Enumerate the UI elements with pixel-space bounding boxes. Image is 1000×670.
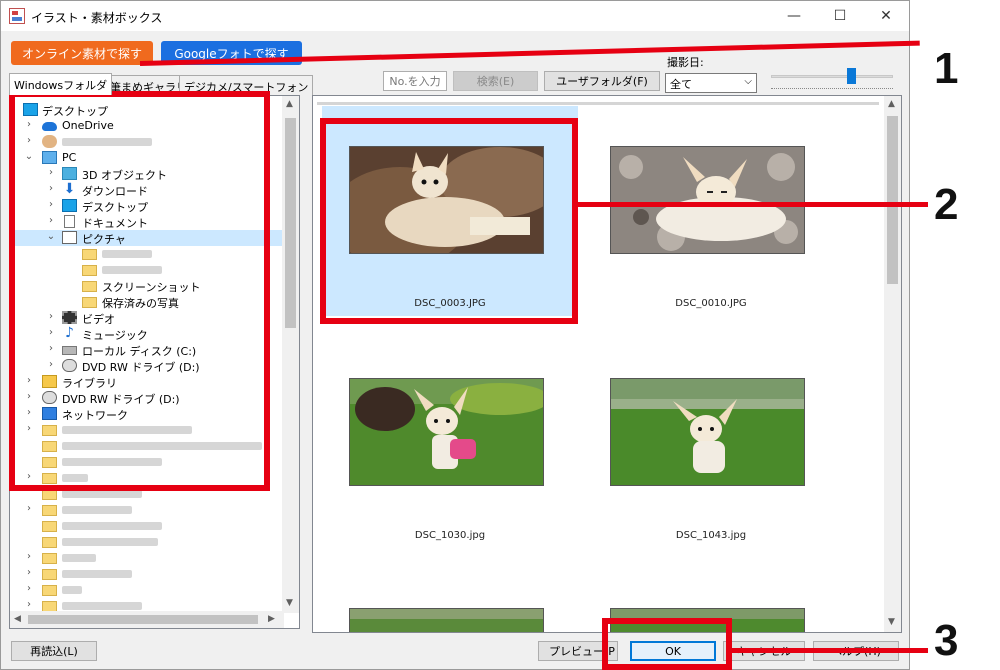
tree-item-blurred[interactable]: › xyxy=(10,550,285,566)
tree-item-blurred[interactable] xyxy=(10,518,285,534)
dog-photo-image xyxy=(350,379,543,485)
thumbnail-item-dsc-1043[interactable]: DSC_1043.jpg xyxy=(583,338,839,548)
folder-icon xyxy=(42,521,57,532)
scrollbar-thumb[interactable] xyxy=(28,615,258,624)
annotation-box-1 xyxy=(9,91,270,491)
photo-thumbnail xyxy=(349,378,544,486)
tab-windows-folder[interactable]: Windowsフォルダ xyxy=(9,73,113,95)
thumbnail-item-dsc-1030[interactable]: DSC_1030.jpg xyxy=(322,338,578,548)
annotation-number-3: 3 xyxy=(934,616,959,665)
photo-image xyxy=(350,609,543,632)
chevron-down-icon: ⌵ xyxy=(744,76,752,87)
title-bar: イラスト・素材ボックス — ☐ ✕ xyxy=(1,1,909,31)
thumbnail-item-dsc-0010[interactable]: DSC_0010.JPG xyxy=(583,106,839,316)
scroll-up-icon[interactable]: ▲ xyxy=(888,99,895,109)
scroll-down-icon[interactable]: ▼ xyxy=(888,617,895,627)
folder-icon xyxy=(42,553,57,564)
scroll-up-icon[interactable]: ▲ xyxy=(286,99,293,109)
scrollbar-thumb[interactable] xyxy=(285,118,296,328)
scroll-right-icon[interactable]: ▶ xyxy=(268,614,275,624)
tree-item-blurred[interactable]: › xyxy=(10,566,285,582)
annotation-box-3 xyxy=(602,618,732,670)
blurred-folder-name xyxy=(62,538,158,546)
chevron-right-icon[interactable]: › xyxy=(24,583,34,594)
minimize-button[interactable]: — xyxy=(771,1,817,31)
gallery-vertical-scrollbar[interactable]: ▲ ▼ xyxy=(884,96,901,632)
scrollbar-thumb[interactable] xyxy=(887,116,898,284)
app-icon xyxy=(9,8,25,24)
blurred-folder-name xyxy=(62,586,82,594)
close-button[interactable]: ✕ xyxy=(863,1,909,31)
annotation-line-3 xyxy=(732,648,928,653)
annotation-number-1: 1 xyxy=(934,44,959,93)
online-materials-button[interactable]: オンライン素材で探す xyxy=(11,41,153,65)
tree-item-blurred[interactable] xyxy=(10,534,285,550)
annotation-box-2 xyxy=(320,118,578,324)
folder-icon xyxy=(42,537,57,548)
scroll-left-icon[interactable]: ◀ xyxy=(14,614,21,624)
folder-icon xyxy=(42,569,57,580)
shooting-date-select[interactable]: 全て ⌵ xyxy=(665,73,757,93)
thumbnail-caption: DSC_1030.jpg xyxy=(414,530,486,541)
blurred-folder-name xyxy=(62,522,162,530)
search-button[interactable]: 検索(E) xyxy=(453,71,538,91)
folder-icon xyxy=(42,505,57,516)
number-input[interactable]: No.を入力 xyxy=(383,71,447,91)
maximize-button[interactable]: ☐ xyxy=(817,1,863,31)
slider-track xyxy=(771,75,893,78)
folder-icon xyxy=(42,585,57,596)
shooting-date-label: 撮影日: xyxy=(667,56,704,69)
tree-vertical-scrollbar[interactable]: ▲ ▼ xyxy=(282,96,299,613)
thumbnail-caption: DSC_0010.JPG xyxy=(675,298,747,309)
shooting-date-value: 全て xyxy=(670,78,692,91)
user-folder-button[interactable]: ユーザフォルダ(F) xyxy=(544,71,660,91)
dog-photo-image xyxy=(611,379,804,485)
chevron-right-icon[interactable]: › xyxy=(24,503,34,514)
tree-item-blurred[interactable]: › xyxy=(10,582,285,598)
photo-thumbnail xyxy=(610,378,805,486)
slider-thumb[interactable] xyxy=(847,68,856,84)
blurred-folder-name xyxy=(62,490,142,498)
reload-button[interactable]: 再読込(L) xyxy=(11,641,97,661)
photo-thumbnail xyxy=(610,146,805,254)
tree-horizontal-scrollbar[interactable]: ◀ ▶ xyxy=(10,611,284,628)
blurred-folder-name xyxy=(62,506,132,514)
dog-photo-image xyxy=(611,147,804,253)
chevron-right-icon[interactable]: › xyxy=(24,567,34,578)
blurred-folder-name xyxy=(62,570,132,578)
thumbnail-caption: DSC_1043.jpg xyxy=(675,530,747,541)
tree-item-blurred[interactable]: › xyxy=(10,502,285,518)
scroll-down-icon[interactable]: ▼ xyxy=(286,598,293,608)
chevron-right-icon[interactable]: › xyxy=(24,551,34,562)
thumbnail-size-slider[interactable] xyxy=(769,66,895,96)
blurred-folder-name xyxy=(62,554,96,562)
blurred-folder-name xyxy=(62,602,142,610)
slider-ticks xyxy=(771,88,893,92)
chevron-right-icon[interactable]: › xyxy=(24,599,34,610)
annotation-line-2 xyxy=(578,202,928,207)
window-title: イラスト・素材ボックス xyxy=(31,11,163,25)
gallery-divider xyxy=(317,102,879,105)
photo-thumbnail-partial[interactable] xyxy=(349,608,544,632)
annotation-number-2: 2 xyxy=(934,180,959,229)
